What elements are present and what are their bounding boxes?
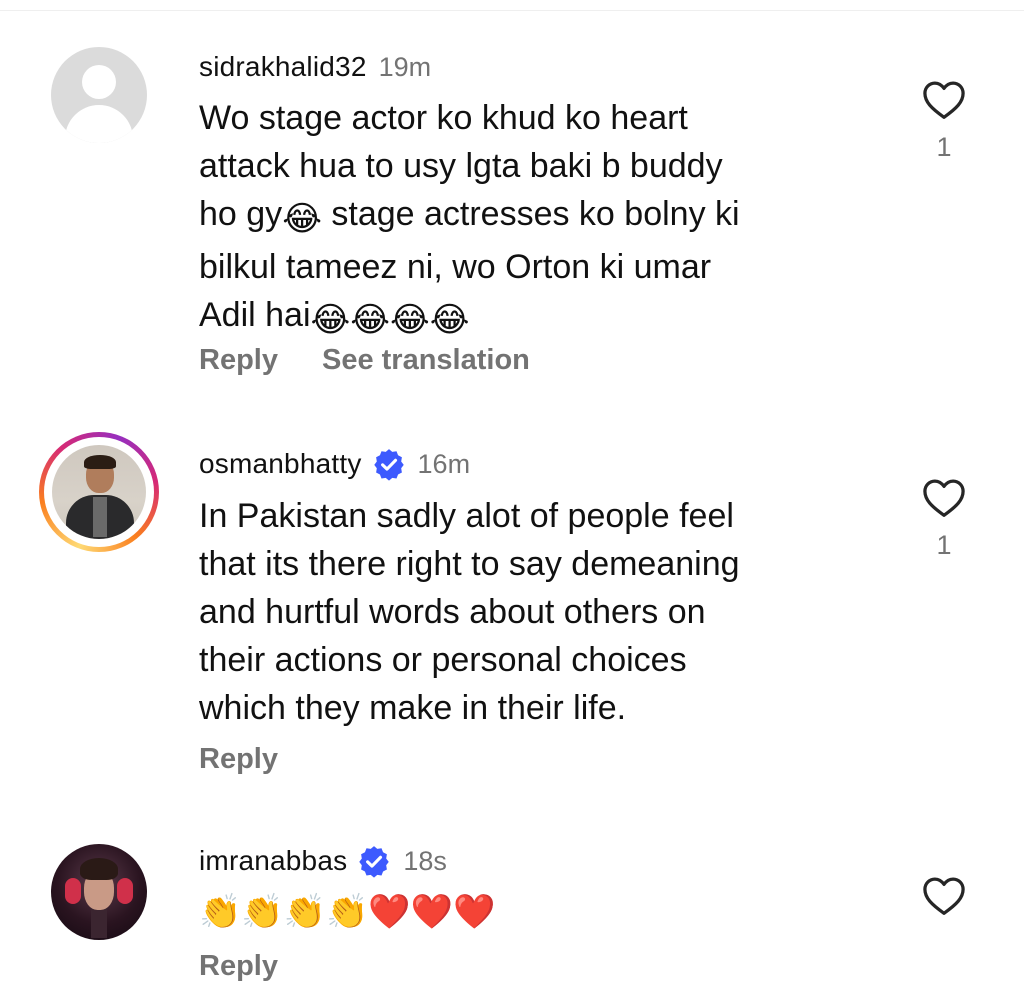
comment-actions: Reply See translation	[199, 344, 530, 377]
avatar[interactable]	[51, 47, 147, 143]
username[interactable]: osmanbhatty	[199, 448, 362, 480]
like-count: 1	[936, 530, 952, 560]
verified-badge-icon	[359, 846, 390, 878]
comment-actions: Reply	[199, 743, 278, 776]
avatar-headphone-left	[65, 878, 81, 904]
avatar-figure-neck	[91, 908, 107, 938]
username[interactable]: sidrakhalid32	[199, 51, 367, 83]
avatar-figure-shirt	[93, 497, 107, 537]
comment-text: Wo stage actor ko khud ko heart attack h…	[199, 94, 859, 344]
avatar-headphone-right	[117, 878, 133, 904]
avatar	[52, 445, 146, 539]
comment-meta: imranabbas 18s	[199, 843, 447, 879]
reply-button[interactable]: Reply	[199, 344, 278, 377]
heart-outline-icon[interactable]	[922, 80, 966, 120]
reply-button[interactable]: Reply	[199, 950, 278, 983]
comment-meta: sidrakhalid32 19m	[199, 49, 431, 85]
avatar-placeholder-head	[82, 65, 116, 99]
timestamp: 19m	[378, 51, 432, 82]
timestamp: 18s	[403, 845, 447, 876]
avatar-placeholder-body	[65, 105, 133, 143]
like-area	[920, 876, 968, 916]
comment-meta: osmanbhatty 16m	[199, 446, 470, 482]
story-ring[interactable]	[39, 432, 159, 552]
timestamp: 16m	[417, 448, 471, 479]
laughing-emoji-group: 😂😂😂😂	[310, 301, 470, 339]
avatar-figure-hair	[80, 858, 118, 880]
username[interactable]: imranabbas	[199, 845, 347, 877]
comment-text: 👏👏👏👏❤️❤️❤️	[199, 893, 496, 931]
top-divider	[0, 10, 1024, 11]
verified-badge-icon	[373, 449, 404, 481]
like-count: 1	[936, 132, 952, 162]
heart-outline-icon[interactable]	[922, 478, 966, 518]
like-area: 1	[920, 80, 968, 163]
avatar[interactable]	[51, 844, 147, 940]
comment-text: In Pakistan sadly alot of people feel th…	[199, 497, 740, 727]
laughing-emoji: 😂	[282, 200, 322, 238]
see-translation-button[interactable]: See translation	[322, 344, 530, 377]
like-area: 1	[920, 478, 968, 561]
avatar-figure-hair	[84, 455, 116, 469]
heart-outline-icon[interactable]	[922, 876, 966, 916]
comment-actions: Reply	[199, 950, 278, 983]
reply-button[interactable]: Reply	[199, 743, 278, 776]
